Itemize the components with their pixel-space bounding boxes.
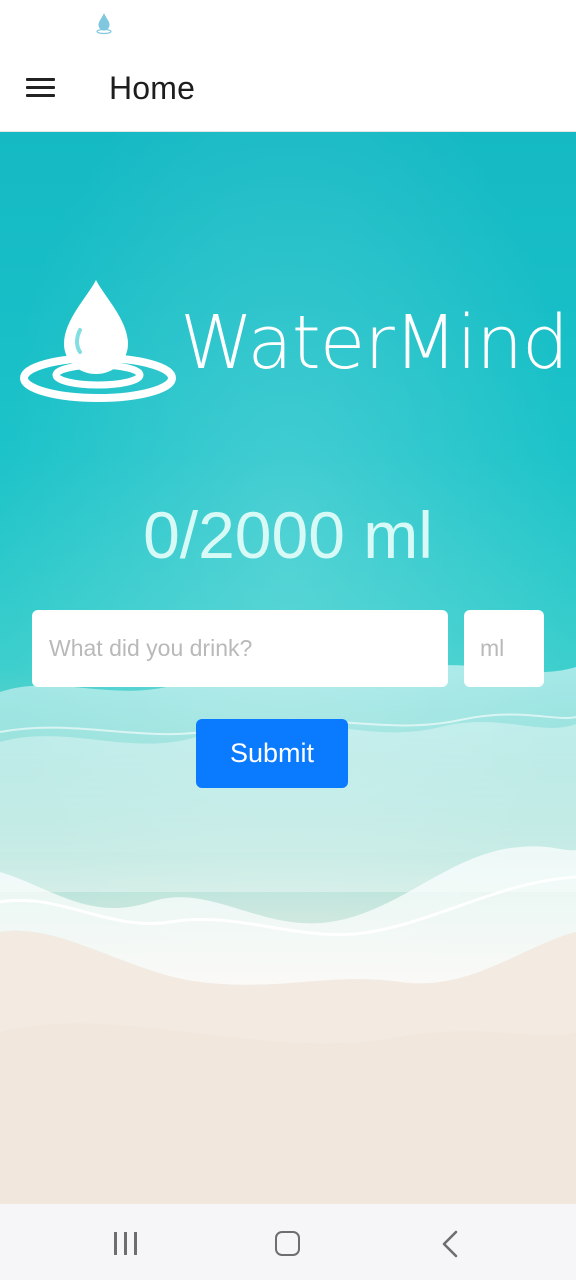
recent-apps-icon[interactable] (114, 1232, 140, 1256)
home-icon[interactable] (275, 1231, 300, 1256)
app-bar: Home (0, 44, 576, 132)
submit-button[interactable]: Submit (196, 719, 348, 788)
hamburger-menu-icon[interactable] (24, 74, 58, 100)
app-logo: WaterMind (20, 278, 569, 406)
app-name: WaterMind (180, 300, 569, 386)
intake-counter: 0/2000 ml (143, 498, 433, 572)
drink-input[interactable] (32, 610, 448, 687)
back-icon[interactable] (438, 1230, 462, 1258)
water-drop-ripple-icon (20, 280, 176, 402)
system-nav-bar (0, 1204, 576, 1280)
water-drop-icon (96, 13, 112, 35)
status-bar (0, 0, 576, 44)
amount-ml-input[interactable] (464, 610, 544, 687)
page-title: Home (109, 70, 196, 106)
